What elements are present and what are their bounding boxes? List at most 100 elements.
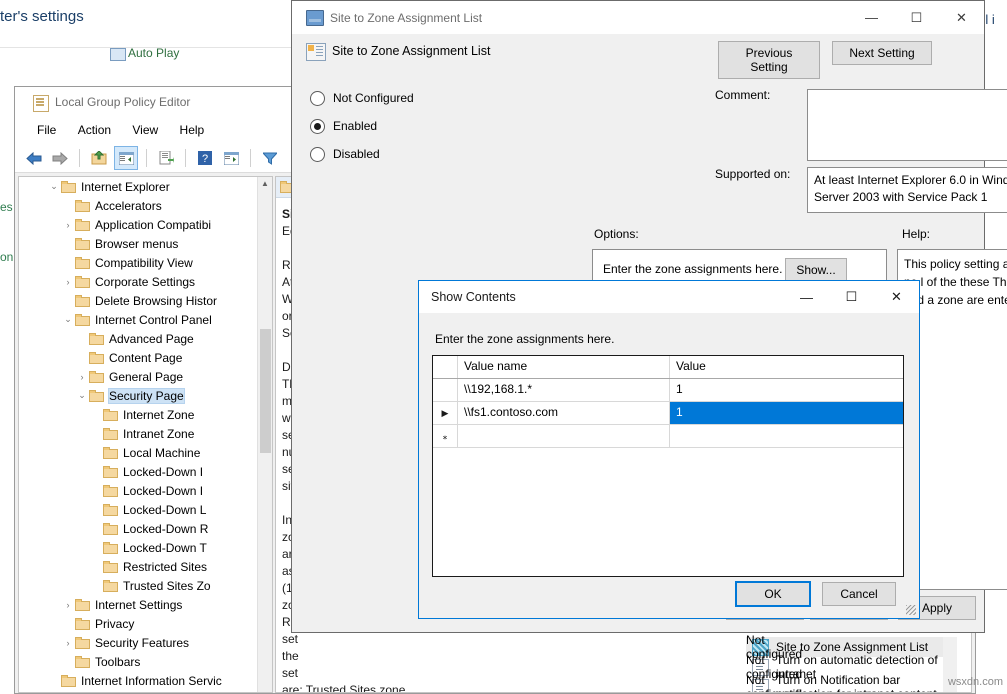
radio-label-enabled: Enabled — [333, 119, 377, 133]
filter-icon[interactable] — [259, 147, 281, 169]
menu-view[interactable]: View — [124, 119, 168, 141]
toolbar-separator — [146, 149, 147, 167]
menu-action[interactable]: Action — [70, 119, 121, 141]
chevron-icon[interactable]: ⌄ — [61, 314, 75, 325]
export-list-icon[interactable] — [155, 147, 177, 169]
tree-item-browser-menus[interactable]: Browser menus — [19, 234, 272, 253]
tree-item-toolbars[interactable]: Toolbars — [19, 652, 272, 671]
radio-icon[interactable] — [310, 147, 325, 162]
settings-list-row[interactable]: Turn on Notification bar notification fo… — [746, 677, 957, 693]
tree-item-label: Locked-Down R — [123, 522, 208, 536]
grid-cell-value-name[interactable]: \\fs1.contoso.com — [458, 402, 670, 424]
tree-item-internet-explorer[interactable]: ⌄Internet Explorer — [19, 177, 272, 196]
tree-item-locked-down-i[interactable]: Locked-Down I — [19, 462, 272, 481]
tree-item-trusted-sites-zo[interactable]: Trusted Sites Zo — [19, 576, 272, 595]
tree-scroll-thumb[interactable] — [260, 329, 271, 453]
radio-disabled[interactable]: Disabled — [310, 140, 480, 168]
tree-item-local-machine[interactable]: Local Machine — [19, 443, 272, 462]
tree-item-label: Advanced Page — [109, 332, 194, 346]
details-line: set — [282, 631, 412, 648]
tree-item-label: General Page — [109, 370, 183, 384]
chevron-icon[interactable]: › — [75, 372, 89, 382]
tree-item-internet-information-servic[interactable]: Internet Information Servic — [19, 671, 272, 690]
tree-item-privacy[interactable]: Privacy — [19, 614, 272, 633]
tree-item-locked-down-l[interactable]: Locked-Down L — [19, 500, 272, 519]
settings-list[interactable]: Site to Zone Assignment ListNot configur… — [746, 637, 957, 692]
grid-cell-value[interactable] — [670, 425, 903, 447]
show-contents-cancel-button[interactable]: Cancel — [822, 582, 896, 606]
tree-item-application-compatibi[interactable]: ›Application Compatibi — [19, 215, 272, 234]
tree-item-corporate-settings[interactable]: ›Corporate Settings — [19, 272, 272, 291]
tree-item-internet-control-panel[interactable]: ⌄Internet Control Panel — [19, 310, 272, 329]
chevron-icon[interactable]: › — [61, 638, 75, 648]
scroll-up-icon[interactable]: ▲ — [258, 177, 272, 191]
tree-item-internet-settings[interactable]: ›Internet Settings — [19, 595, 272, 614]
policy-state-radio-group[interactable]: Not Configured Enabled Disabled — [310, 84, 480, 168]
folder-icon — [75, 219, 90, 231]
tree-item-restricted-sites[interactable]: Restricted Sites — [19, 557, 272, 576]
help-icon[interactable]: ? — [194, 147, 216, 169]
tree-scrollbar[interactable]: ▲ — [257, 177, 272, 692]
up-folder-icon[interactable] — [88, 147, 110, 169]
tree-item-general-page[interactable]: › General Page — [19, 367, 272, 386]
grid-cell-value[interactable]: 1 — [670, 402, 903, 424]
radio-not-configured[interactable]: Not Configured — [310, 84, 480, 112]
menu-help[interactable]: Help — [172, 119, 215, 141]
grid-cell-value-name[interactable] — [458, 425, 670, 447]
tree-item-internet-zone[interactable]: Internet Zone — [19, 405, 272, 424]
resize-grip-icon[interactable] — [906, 605, 916, 615]
chevron-icon[interactable]: › — [61, 600, 75, 610]
tree-item-delete-browsing-histor[interactable]: Delete Browsing Histor — [19, 291, 272, 310]
options-option-text: Enter the zone assignments here. — [603, 262, 782, 276]
show-contents-ok-button[interactable]: OK — [736, 582, 810, 606]
tree-item-compatibility-view[interactable]: Compatibility View — [19, 253, 272, 272]
grid-row[interactable]: \\192,168.1.*1 — [433, 379, 903, 402]
grid-cell-value-name[interactable]: \\192,168.1.* — [458, 379, 670, 401]
policy-heading: Site to Zone Assignment List — [332, 44, 490, 58]
tree-item-locked-down-r[interactable]: Locked-Down R — [19, 519, 272, 538]
grid-row[interactable]: ⁎ — [433, 425, 903, 448]
tree-item-advanced-page[interactable]: Advanced Page — [19, 329, 272, 348]
minimize-icon[interactable]: — — [849, 1, 894, 34]
radio-icon-selected[interactable] — [310, 119, 325, 134]
tree-item-security-page[interactable]: ⌄Security Page — [19, 386, 272, 405]
previous-setting-button[interactable]: Previous Setting — [718, 41, 820, 79]
forward-icon[interactable] — [49, 147, 71, 169]
tree-item-intranet-zone[interactable]: Intranet Zone — [19, 424, 272, 443]
new-row-indicator-icon[interactable]: ⁎ — [433, 425, 458, 447]
chevron-icon[interactable]: ⌄ — [75, 390, 89, 401]
menu-file[interactable]: File — [29, 119, 66, 141]
maximize-icon[interactable]: ☐ — [894, 1, 939, 34]
grid-row[interactable]: ▶\\fs1.contoso.com1 — [433, 402, 903, 425]
radio-icon[interactable] — [310, 91, 325, 106]
show-button[interactable]: Show... — [785, 258, 847, 282]
folder-icon — [61, 181, 76, 193]
console-tree[interactable]: ⌄Internet ExplorerAccelerators›Applicati… — [18, 176, 273, 693]
tree-item-accelerators[interactable]: Accelerators — [19, 196, 272, 215]
tree-item-locked-down-t[interactable]: Locked-Down T — [19, 538, 272, 557]
grid-cell-value[interactable]: 1 — [670, 379, 903, 401]
current-row-indicator-icon[interactable]: ▶ — [433, 402, 458, 424]
chevron-icon[interactable]: › — [61, 277, 75, 287]
close-icon[interactable]: ✕ — [874, 281, 919, 313]
show-details-pane-icon[interactable] — [220, 147, 242, 169]
settings-list-state: Not configured — [746, 673, 817, 693]
radio-enabled[interactable]: Enabled — [310, 112, 480, 140]
tree-item-security-features[interactable]: ›Security Features — [19, 633, 272, 652]
zone-assignment-grid[interactable]: Value name Value \\192,168.1.*1▶\\fs1.co… — [432, 355, 904, 577]
tree-item-locked-down-i[interactable]: Locked-Down I — [19, 481, 272, 500]
tree-item-content-page[interactable]: Content Page — [19, 348, 272, 367]
row-selector[interactable] — [433, 379, 458, 401]
chevron-icon[interactable]: ⌄ — [47, 181, 61, 192]
folder-icon — [75, 257, 90, 269]
maximize-icon[interactable]: ☐ — [829, 281, 874, 313]
toolbar-separator — [250, 149, 251, 167]
comment-textarea[interactable]: ▲ ▼ — [807, 89, 1007, 161]
tree-item-label: Internet Information Servic — [81, 674, 222, 688]
chevron-icon[interactable]: › — [61, 220, 75, 230]
next-setting-button[interactable]: Next Setting — [832, 41, 932, 65]
show-hide-console-tree-icon[interactable] — [114, 146, 138, 170]
minimize-icon[interactable]: — — [784, 281, 829, 313]
back-icon[interactable] — [23, 147, 45, 169]
close-icon[interactable]: ✕ — [939, 1, 984, 34]
